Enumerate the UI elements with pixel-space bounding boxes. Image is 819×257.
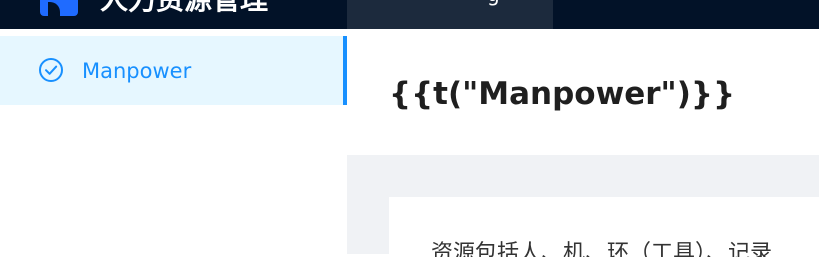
check-circle-icon (39, 58, 63, 82)
card-text: 资源包括人、机、环（工具）、记录 (431, 241, 773, 257)
top-nav-tab-label: g (487, 0, 500, 6)
content-area: 资源包括人、机、环（工具）、记录 (347, 155, 819, 257)
top-header: 人力资源管理 g (0, 0, 819, 29)
app-logo[interactable] (40, 0, 78, 16)
content-card: 资源包括人、机、环（工具）、记录 (389, 197, 819, 257)
sidebar: Manpower (0, 29, 347, 254)
app-title: 人力资源管理 (100, 0, 268, 20)
main-content: {{t("Manpower")}} 资源包括人、机、环（工具）、记录 (347, 29, 819, 257)
sidebar-item-label: Manpower (82, 59, 192, 83)
sidebar-item-manpower[interactable]: Manpower (0, 36, 347, 105)
page-title: {{t("Manpower")}} (389, 76, 736, 112)
top-nav-tab-active[interactable]: g (347, 0, 553, 29)
